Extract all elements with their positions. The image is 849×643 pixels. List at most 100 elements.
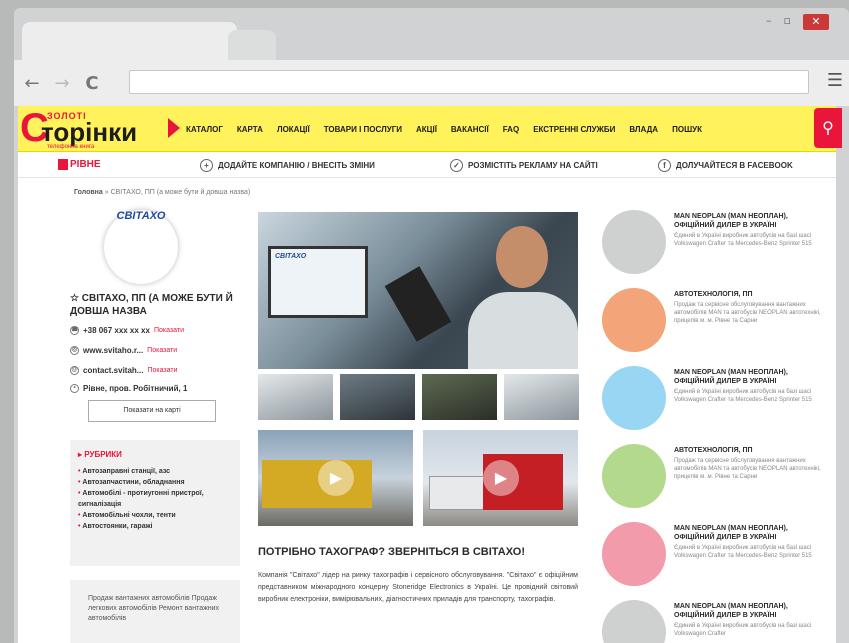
back-icon[interactable]: ←	[20, 73, 44, 94]
facebook-label: ДОЛУЧАЙТЕСЯ В FACEBOOK	[676, 161, 793, 170]
location-pin-icon	[58, 159, 68, 170]
ad-image	[602, 522, 666, 586]
forward-icon[interactable]: →	[50, 73, 74, 94]
play-icon[interactable]: ▶	[318, 460, 354, 496]
thumbnail-3[interactable]	[422, 374, 497, 420]
video-2[interactable]: ▶	[423, 430, 578, 526]
phone-row: ☎ +38 067 xxx xx xx Показати	[70, 326, 184, 335]
rubric-item[interactable]: Автозаправні станції, азс	[78, 466, 240, 477]
company-name-text: СВІТАХО, ПП (А МОЖЕ БУТИ Й ДОВША НАЗВА	[70, 293, 233, 317]
plus-icon: +	[200, 159, 213, 172]
new-tab-button[interactable]	[228, 30, 276, 60]
ad-title[interactable]: MAN NEOPLAN (MAN НЕОПЛАН), ОФІЦІЙНИЙ ДИЛ…	[674, 212, 824, 230]
city-selector[interactable]: РІВНЕ	[70, 159, 101, 170]
ad-title[interactable]: MAN NEOPLAN (MAN НЕОПЛАН), ОФІЦІЙНИЙ ДИЛ…	[674, 602, 824, 620]
show-email-link[interactable]: Показати	[147, 367, 177, 374]
logo-arrow-icon	[168, 118, 180, 138]
thumbnail-strip	[258, 374, 579, 420]
nav-item[interactable]: FAQ	[503, 125, 519, 134]
ad-title[interactable]: АВТОТЕХНОЛОГІЯ, ПП	[674, 446, 824, 455]
nav-item[interactable]: ВАКАНСІЇ	[451, 125, 489, 134]
site-logo[interactable]: С ЗОЛОТІ торінки телефонна книга	[20, 108, 170, 152]
menu-icon[interactable]: ☰	[827, 70, 843, 91]
nav-item[interactable]: ВЛАДА	[629, 125, 658, 134]
browser-tab[interactable]	[22, 22, 237, 60]
ad-item[interactable]: АВТОТЕХНОЛОГІЯ, ПП Продаж та сервісне обс…	[602, 444, 834, 508]
article-title: ПОТРІБНО ТАХОГРАФ? ЗВЕРНІТЬСЯ В СВІТАХО!	[258, 546, 526, 558]
rubrics-title-text: РУБРИКИ	[84, 450, 122, 459]
add-company-link[interactable]: + ДОДАЙТЕ КОМПАНІЮ / ВНЕСІТЬ ЗМІНИ	[200, 159, 375, 172]
person-body	[468, 292, 578, 369]
person-face	[496, 226, 548, 288]
rubric-item[interactable]: Автостоянки, гаражі	[78, 521, 240, 532]
logo-tagline: телефонна книга	[47, 144, 95, 150]
site-row: ◎ www.svitaho.r... Показати	[70, 346, 177, 355]
company-logo: СВІТАХО	[104, 210, 178, 284]
ad-item[interactable]: АВТОТЕХНОЛОГІЯ, ПП Продаж та сервісне обс…	[602, 288, 834, 352]
ad-item[interactable]: MAN NEOPLAN (MAN НЕОПЛАН), ОФІЦІЙНИЙ ДИЛ…	[602, 366, 834, 430]
rubric-item[interactable]: Автомобільні чохли, тенти	[78, 510, 240, 521]
show-phone-link[interactable]: Показати	[154, 327, 184, 334]
rubrics-title: ▸ РУБРИКИ	[78, 450, 122, 459]
van	[429, 476, 489, 510]
ad-image	[602, 444, 666, 508]
nav-item[interactable]: КАТАЛОГ	[186, 125, 223, 134]
breadcrumb-current: » СВІТАХО, ПП (а може бути й довша назва…	[104, 189, 251, 196]
monitor-screen: СВІТАХО	[268, 246, 368, 318]
show-site-link[interactable]: Показати	[147, 347, 177, 354]
nav-item[interactable]: ПОШУК	[672, 125, 702, 134]
rubrics-list: Автозаправні станції, азсАвтозапчастини,…	[78, 466, 240, 532]
phone-icon: ☎	[70, 326, 79, 335]
rubrics-panel: ▸ РУБРИКИ Автозаправні станції, азсАвтоз…	[70, 440, 240, 566]
tachograph-device	[384, 266, 452, 342]
site-header: С ЗОЛОТІ торінки телефонна книга КАТАЛОГ…	[18, 106, 842, 152]
globe-icon: ◎	[70, 346, 79, 355]
ad-item[interactable]: MAN NEOPLAN (MAN НЕОПЛАН), ОФІЦІЙНИЙ ДИЛ…	[602, 522, 834, 586]
breadcrumb-home[interactable]: Головна	[74, 189, 103, 196]
close-icon[interactable]: ✕	[803, 14, 829, 30]
ad-image	[602, 210, 666, 274]
sub-bar: РІВНЕ + ДОДАЙТЕ КОМПАНІЮ / ВНЕСІТЬ ЗМІНИ…	[18, 152, 836, 178]
site-value[interactable]: www.svitaho.r...	[83, 346, 143, 355]
advertise-link[interactable]: ✓ РОЗМІСТІТЬ РЕКЛАМУ НА САЙТІ	[450, 159, 598, 172]
ad-description: Єдиний в Україні виробник автобусів на б…	[674, 389, 812, 403]
ad-title[interactable]: АВТОТЕХНОЛОГІЯ, ПП	[674, 290, 824, 299]
rubric-item[interactable]: Автозапчастини, обладнання	[78, 477, 240, 488]
email-value[interactable]: contact.svitah...	[83, 366, 143, 375]
email-row: @ contact.svitah... Показати	[70, 366, 178, 375]
thumbnail-2[interactable]	[340, 374, 415, 420]
search-icon[interactable]: ⚲	[814, 108, 842, 148]
main-nav: КАТАЛОГ КАРТА ЛОКАЦІЇ ТОВАРИ І ПОСЛУГИ АКЦІЇ…	[186, 125, 702, 134]
nav-item[interactable]: ЛОКАЦІЇ	[277, 125, 310, 134]
browser-toolbar: ← → C ☰	[14, 60, 849, 106]
maximize-icon[interactable]: ▫	[784, 14, 791, 30]
show-on-map-button[interactable]: Показати на карті	[88, 400, 216, 422]
video-row: ▶ ▶	[258, 430, 578, 526]
nav-item[interactable]: КАРТА	[237, 125, 263, 134]
nav-item[interactable]: АКЦІЇ	[416, 125, 437, 134]
thumbnail-4[interactable]	[504, 374, 579, 420]
address-bar[interactable]	[129, 70, 809, 94]
window-controls: – ▫ ✕	[766, 14, 829, 30]
container-truck	[262, 460, 372, 508]
address-row: • Рівне, пров. Робітничий, 1	[70, 384, 187, 393]
nav-item[interactable]: ЕКСТРЕННІ СЛУЖБИ	[533, 125, 615, 134]
minimize-icon[interactable]: –	[766, 14, 772, 30]
facebook-link[interactable]: f ДОЛУЧАЙТЕСЯ В FACEBOOK	[658, 159, 793, 172]
thumbnail-1[interactable]	[258, 374, 333, 420]
rubric-item[interactable]: Автомобілі - протиугонні пристрої, сигна…	[78, 488, 240, 510]
ad-description: Єдиний в Україні виробник автобусів на б…	[674, 623, 812, 637]
ad-item[interactable]: MAN NEOPLAN (MAN НЕОПЛАН), ОФІЦІЙНИЙ ДИЛ…	[602, 600, 834, 643]
ad-title[interactable]: MAN NEOPLAN (MAN НЕОПЛАН), ОФІЦІЙНИЙ ДИЛ…	[674, 368, 824, 386]
ad-item[interactable]: MAN NEOPLAN (MAN НЕОПЛАН), ОФІЦІЙНИЙ ДИЛ…	[602, 210, 834, 274]
nav-item[interactable]: ТОВАРИ І ПОСЛУГИ	[324, 125, 402, 134]
ad-image	[602, 366, 666, 430]
ad-title[interactable]: MAN NEOPLAN (MAN НЕОПЛАН), ОФІЦІЙНИЙ ДИЛ…	[674, 524, 824, 542]
reload-icon[interactable]: C	[80, 73, 104, 94]
ad-description: Продаж та сервісне обслуговування вантаж…	[674, 458, 821, 480]
ad-image	[602, 600, 666, 643]
video-1[interactable]: ▶	[258, 430, 413, 526]
web-page: С ЗОЛОТІ торінки телефонна книга КАТАЛОГ…	[18, 106, 842, 643]
address-value: Рівне, пров. Робітничий, 1	[83, 384, 188, 393]
play-icon[interactable]: ▶	[483, 460, 519, 496]
